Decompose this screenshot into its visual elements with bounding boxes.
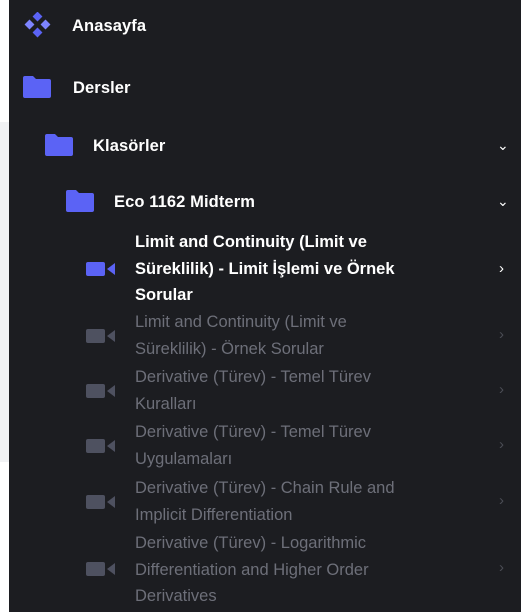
lesson-title-line: Derivatives <box>135 587 217 605</box>
lesson-item[interactable]: Derivative (Türev) - Temel Türev Kuralla… <box>9 364 521 418</box>
lesson-title-line: Derivative (Türev) - Temel Türev <box>135 423 371 441</box>
chevron-down-icon[interactable]: ⌄ <box>497 193 509 210</box>
lesson-title-line: Uygulamaları <box>135 449 233 468</box>
chevron-right-icon: › <box>499 381 504 398</box>
lesson-title: Derivative (Türev) - Temel Türev Kuralla… <box>135 364 475 417</box>
lesson-item[interactable]: Limit and Continuity (Limit ve Süreklili… <box>9 309 521 363</box>
nav-item-folders-label: Klasörler <box>93 137 166 155</box>
chevron-right-icon: › <box>499 492 504 509</box>
chevron-down-icon[interactable]: ⌄ <box>497 137 509 154</box>
nav-item-course-eco1162[interactable]: Eco 1162 Midterm ⌄ <box>9 182 521 222</box>
lesson-title: Derivative (Türev) - Chain Rule and Impl… <box>135 475 475 528</box>
lesson-title-line: Süreklilik) - Limit İşlemi ve Örnek <box>135 259 395 278</box>
lesson-title: Derivative (Türev) - Temel Türev Uygulam… <box>135 419 475 472</box>
lesson-title-line: Limit and Continuity (Limit ve <box>135 233 367 251</box>
folder-icon <box>45 134 73 156</box>
lesson-title: Derivative (Türev) - Logarithmic Differe… <box>135 530 475 610</box>
lesson-item-active[interactable]: Limit and Continuity (Limit ve Süreklili… <box>9 229 521 309</box>
home-logo-icon <box>24 12 51 38</box>
course-sidebar: Anasayfa Dersler Klasörler ⌄ Eco 1162 Mi… <box>9 0 521 612</box>
nav-item-courses-label: Dersler <box>73 79 131 97</box>
nav-item-home-label: Anasayfa <box>72 17 147 35</box>
lesson-title-line: Derivative (Türev) - Logarithmic <box>135 534 367 552</box>
chevron-right-icon: › <box>499 260 504 277</box>
lesson-title: Limit and Continuity (Limit ve Süreklili… <box>135 309 475 362</box>
folder-icon <box>66 190 94 212</box>
video-camera-icon <box>86 262 115 276</box>
folder-icon <box>23 76 51 98</box>
lesson-item[interactable]: Derivative (Türev) - Logarithmic Differe… <box>9 530 521 612</box>
lesson-title-line: Limit and Continuity (Limit ve <box>135 313 347 331</box>
nav-item-course-label: Eco 1162 Midterm <box>114 193 255 211</box>
lesson-title-line: Derivative (Türev) - Temel Türev <box>135 368 371 386</box>
lesson-title-line: Differentiation and Higher Order <box>135 560 369 579</box>
video-camera-icon <box>86 495 115 509</box>
lesson-title-line: Implicit Differentiation <box>135 505 293 524</box>
content-edge <box>0 122 9 462</box>
nav-item-courses[interactable]: Dersler <box>9 68 521 108</box>
nav-item-home[interactable]: Anasayfa <box>9 8 521 44</box>
lesson-title-line: Kuralları <box>135 394 197 413</box>
lesson-item[interactable]: Derivative (Türev) - Temel Türev Uygulam… <box>9 419 521 473</box>
chevron-right-icon: › <box>499 436 504 453</box>
video-camera-icon <box>86 329 115 343</box>
lesson-title-line: Süreklilik) - Örnek Sorular <box>135 339 324 358</box>
lesson-title: Limit and Continuity (Limit ve Süreklili… <box>135 229 475 309</box>
video-camera-icon <box>86 439 115 453</box>
lesson-item[interactable]: Derivative (Türev) - Chain Rule and Impl… <box>9 475 521 529</box>
nav-item-folders[interactable]: Klasörler ⌄ <box>9 126 521 166</box>
lesson-title-line: Sorular <box>135 286 193 304</box>
chevron-right-icon: › <box>499 326 504 343</box>
video-camera-icon <box>86 562 115 576</box>
video-camera-icon <box>86 384 115 398</box>
chevron-right-icon: › <box>499 559 504 576</box>
lesson-title-line: Derivative (Türev) - Chain Rule and <box>135 479 395 497</box>
